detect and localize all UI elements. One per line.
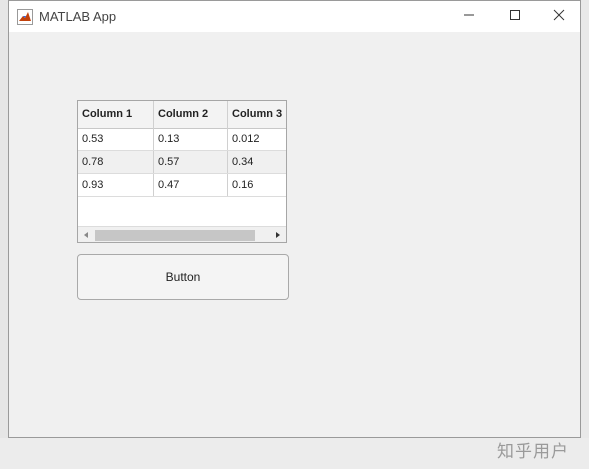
table-cell[interactable]: 0.53 <box>78 128 154 150</box>
window-title: MATLAB App <box>39 9 117 24</box>
scroll-right-arrow-icon <box>274 226 282 242</box>
scrollbar-thumb[interactable] <box>95 230 255 241</box>
watermark-text: 知乎用户 <box>497 442 569 461</box>
matlab-logo-icon <box>17 9 33 25</box>
table-header: Column 1 Column 2 Column 3 <box>78 101 286 129</box>
minimize-icon <box>463 8 475 26</box>
scroll-left-button[interactable] <box>78 226 94 242</box>
table-cell[interactable]: 0.012 <box>228 128 286 150</box>
scroll-right-button[interactable] <box>270 226 286 242</box>
scroll-left-arrow-icon <box>82 226 90 242</box>
close-icon <box>553 8 565 26</box>
title-bar[interactable]: MATLAB App <box>9 1 580 32</box>
table-cell[interactable]: 0.57 <box>154 151 228 173</box>
table-cell[interactable]: 0.34 <box>228 151 286 173</box>
table-cell[interactable]: 0.78 <box>78 151 154 173</box>
minimize-button[interactable] <box>446 1 492 32</box>
close-button[interactable] <box>536 1 582 32</box>
table-cell[interactable]: 0.16 <box>228 174 286 196</box>
maximize-icon <box>509 8 521 26</box>
column-header-1[interactable]: Column 1 <box>78 101 154 128</box>
background-right-strip <box>581 0 589 469</box>
maximize-button[interactable] <box>492 1 538 32</box>
app-window: MATLAB App Column 1 Column 2 Column 3 0.… <box>8 0 581 438</box>
push-button[interactable]: Button <box>77 254 289 300</box>
table-row: 0.93 0.47 0.16 <box>78 174 286 197</box>
table-cell[interactable]: 0.93 <box>78 174 154 196</box>
uitable[interactable]: Column 1 Column 2 Column 3 0.53 0.13 0.0… <box>77 100 287 243</box>
background-left-strip <box>0 0 8 469</box>
column-header-3[interactable]: Column 3 <box>228 101 286 128</box>
table-row: 0.78 0.57 0.34 <box>78 151 286 174</box>
column-header-2[interactable]: Column 2 <box>154 101 228 128</box>
table-cell[interactable]: 0.13 <box>154 128 228 150</box>
table-cell[interactable]: 0.47 <box>154 174 228 196</box>
table-row: 0.53 0.13 0.012 <box>78 128 286 151</box>
horizontal-scrollbar[interactable] <box>78 226 286 242</box>
